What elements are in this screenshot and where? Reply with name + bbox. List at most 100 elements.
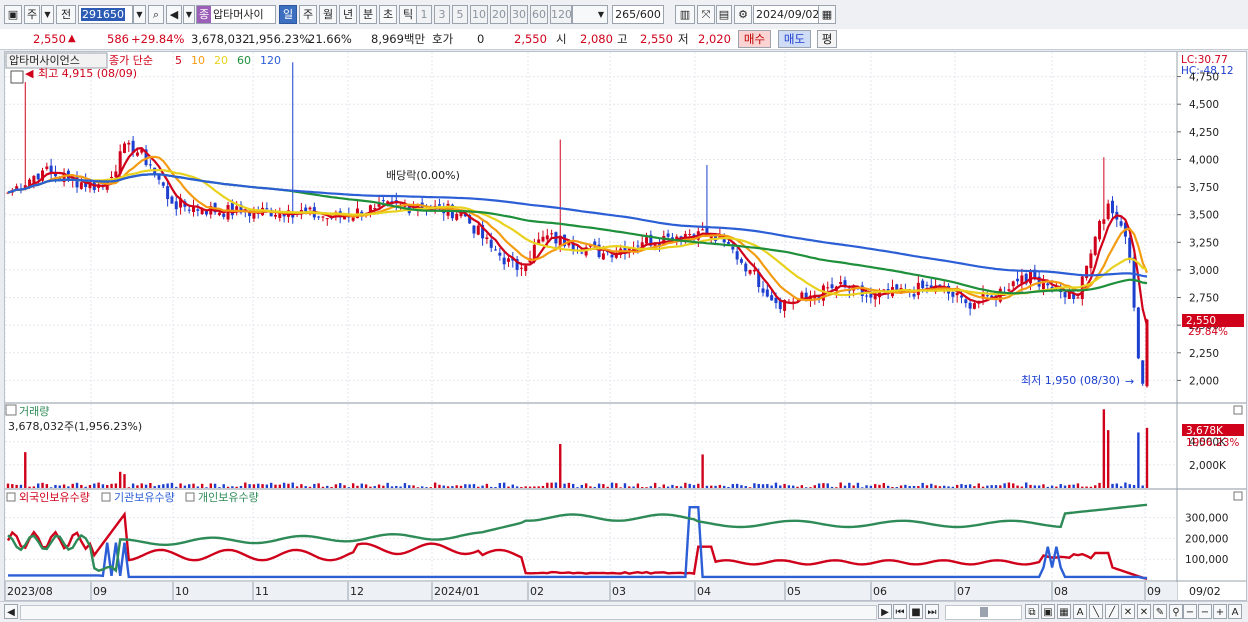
zoom-in-icon[interactable]: + [1213,604,1227,619]
volume-bar [917,486,920,488]
volume-bar [1128,484,1131,488]
volume-bar [943,485,946,488]
holding-legend-box[interactable] [6,492,16,502]
holding-legend-box[interactable] [101,492,111,502]
volume-bar [49,487,53,488]
stock-name-field[interactable]: 종 압타머사이 [196,5,276,24]
code-dropdown-icon[interactable]: ▼ [133,5,146,24]
speaker-dropdown-icon[interactable]: ▼ [183,5,195,24]
sell-button[interactable]: 매도 [778,30,811,48]
text-icon[interactable]: A [1073,604,1087,619]
prev-button[interactable]: 전 [56,5,76,24]
image-icon[interactable]: ▣ [1041,604,1055,619]
tool-icon[interactable]: ⤧ [697,5,715,24]
zoom-slider[interactable] [945,605,1022,620]
font-size-icon[interactable]: A [1228,604,1242,619]
scroll-right-icon[interactable]: ▶ [878,604,892,619]
candle-body [1102,219,1106,224]
settings-gear-icon[interactable]: ⚙ [734,5,752,24]
period-tab-4[interactable]: 분 [359,5,377,24]
volume-bar [610,482,614,488]
cross-icon[interactable]: ✕ [1121,604,1135,619]
interval-button-5[interactable]: 5 [452,5,468,24]
avg-button[interactable]: 평 [817,30,837,48]
interval-button-3[interactable]: 3 [434,5,450,24]
period-tab-1[interactable]: 주 [299,5,317,24]
zoom-out-icon[interactable]: − [1183,604,1197,619]
candle-body [985,295,989,297]
candle-body [701,229,705,231]
scroll-track[interactable] [20,605,877,620]
market-dropdown-icon[interactable]: ▼ [41,5,54,24]
save-icon[interactable]: ▤ [716,5,732,24]
candle-body [192,206,196,212]
volume-bar [1042,484,1045,488]
market-selector[interactable]: 주 [24,5,40,24]
volume-bar [170,482,174,488]
candle-body [955,292,959,296]
search-icon[interactable]: ⌕ [148,5,164,24]
chart-area[interactable]: 압타머사이언스 종가 단순 5 10 20 60 120 ◀ 최고 4,915 (08/… [4,51,1247,601]
speaker-icon[interactable]: ◀ [166,5,182,24]
period-tab-6[interactable]: 틱 [399,5,417,24]
ma-legend-120[interactable]: 120 [260,54,281,67]
volume-close-icon[interactable] [1233,405,1243,415]
holding-legend-0[interactable]: 외국인보유수량 [19,491,90,504]
buy-button[interactable]: 매수 [738,30,771,48]
candle-body [304,207,308,212]
price-tick-label: 3,500 [1189,210,1219,222]
period-tab-0[interactable]: 일 [279,5,297,24]
cross2-icon[interactable]: ✕ [1137,604,1151,619]
ma-legend-5[interactable]: 5 [175,54,182,67]
volume-panel-icon[interactable] [5,404,17,416]
panel-menu-icon[interactable] [10,70,24,84]
stock-chart-svg[interactable]: 압타머사이언스 종가 단순 5 10 20 60 120 ◀ 최고 4,915 (08/… [4,52,1246,600]
last-page-icon[interactable]: ⏭ [925,604,939,619]
holding-legend-2[interactable]: 개인보유수량 [198,491,259,504]
trade-amount: 8,969백만 [371,32,426,46]
window-menu-icon[interactable]: ▣ [4,5,22,24]
volume-bar [175,486,178,488]
candle-body [541,236,545,242]
period-tab-3[interactable]: 년 [339,5,357,24]
date-field[interactable]: 2024/09/02 [753,5,819,24]
holding-legend-box[interactable] [185,492,195,502]
ma-legend-20[interactable]: 20 [214,54,228,67]
interval-button-60[interactable]: 60 [530,5,548,24]
volume-bar [701,454,704,488]
ma-line-20 [7,169,1148,297]
volume-bar [485,483,489,488]
ma-legend-60[interactable]: 60 [237,54,251,67]
minus-icon[interactable]: − [1198,604,1212,619]
volume-bar [753,483,756,488]
first-page-icon[interactable]: ⏮ [893,604,907,619]
stock-code-input[interactable]: 291650 [78,5,133,24]
interval-button-1[interactable]: 1 [416,5,432,24]
holding-close-icon[interactable] [1233,491,1243,501]
interval-dropdown[interactable]: ▼ [572,5,608,24]
period-tab-2[interactable]: 월 [319,5,337,24]
stop-icon[interactable]: ■ [909,604,923,619]
interval-button-30[interactable]: 30 [510,5,528,24]
magnify-icon[interactable]: ⚲ [1169,604,1183,619]
draw-line2-icon[interactable]: ╱ [1105,604,1119,619]
calendar-icon[interactable]: ▦ [818,5,836,24]
ma-legend-10[interactable]: 10 [191,54,205,67]
volume-bar [602,484,605,488]
price-tick-label: 3,000 [1189,265,1219,277]
interval-button-10[interactable]: 10 [470,5,488,24]
candle-body [1046,283,1050,286]
zoom-handle[interactable] [980,607,988,617]
pin-icon[interactable]: ✎ [1153,604,1167,619]
scroll-left-icon[interactable]: ◀ [4,604,18,619]
bar-count-field[interactable]: 265/600 [612,5,664,24]
grid-icon[interactable]: ▦ [1057,604,1071,619]
holding-legend-1[interactable]: 기관보유수량 [114,491,175,504]
period-tab-5[interactable]: 초 [379,5,397,24]
volume-bar [813,485,816,488]
interval-button-20[interactable]: 20 [490,5,508,24]
draw-line-icon[interactable]: ╲ [1089,604,1103,619]
interval-button-120[interactable]: 120 [550,5,572,24]
chart-type-icon[interactable]: ▥ [675,5,695,24]
copy-icon[interactable]: ⧉ [1025,604,1039,619]
